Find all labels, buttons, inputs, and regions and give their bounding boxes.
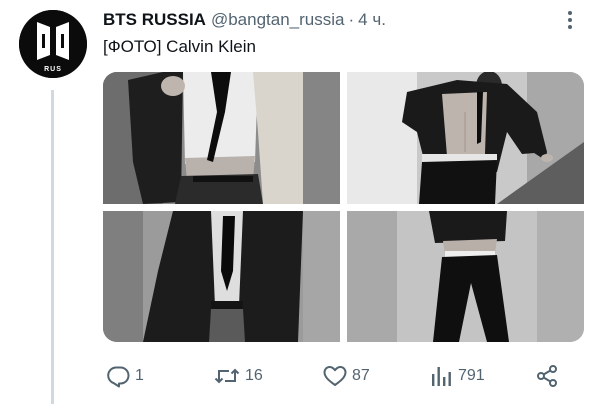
photo-4-image <box>347 211 584 342</box>
share-icon <box>535 364 559 388</box>
retweet-icon <box>213 364 241 388</box>
bts-logo-icon: RUS <box>19 10 87 78</box>
author-handle[interactable]: @bangtan_russia <box>211 10 345 30</box>
retweet-button[interactable]: 16 <box>213 356 263 396</box>
heart-icon <box>322 364 348 388</box>
like-count: 87 <box>352 367 370 384</box>
tweet-header: BTS RUSSIA @bangtan_russia · 4 ч. <box>103 8 386 32</box>
photo-1-image <box>103 72 340 204</box>
photo-1[interactable] <box>103 72 340 204</box>
thread-line <box>51 90 54 404</box>
photo-3-image <box>103 211 340 342</box>
header-separator: · <box>348 10 355 29</box>
reply-count: 1 <box>135 367 144 384</box>
more-dots-icon <box>568 11 572 29</box>
views-count: 791 <box>458 367 485 384</box>
views-icon <box>430 364 454 388</box>
author-name[interactable]: BTS RUSSIA <box>103 10 206 30</box>
avatar-logo-text: RUS <box>44 66 62 73</box>
avatar[interactable]: RUS <box>19 10 87 78</box>
avatar-column: RUS <box>18 10 88 404</box>
tweet-actions: 1 16 87 791 <box>103 356 573 396</box>
like-button[interactable]: 87 <box>322 356 370 396</box>
share-button[interactable] <box>535 356 559 396</box>
tweet-text: [ФОТО] Calvin Klein <box>103 37 256 56</box>
media-grid <box>103 72 584 342</box>
more-options-button[interactable] <box>559 8 581 32</box>
reply-button[interactable]: 1 <box>105 356 144 396</box>
photo-4[interactable] <box>347 211 584 342</box>
reply-icon <box>105 364 131 388</box>
photo-3[interactable] <box>103 211 340 342</box>
photo-2[interactable] <box>347 72 584 204</box>
views-button[interactable]: 791 <box>430 356 485 396</box>
tweet-timestamp[interactable]: 4 ч. <box>358 10 386 30</box>
photo-2-image <box>347 72 584 204</box>
retweet-count: 16 <box>245 367 263 384</box>
